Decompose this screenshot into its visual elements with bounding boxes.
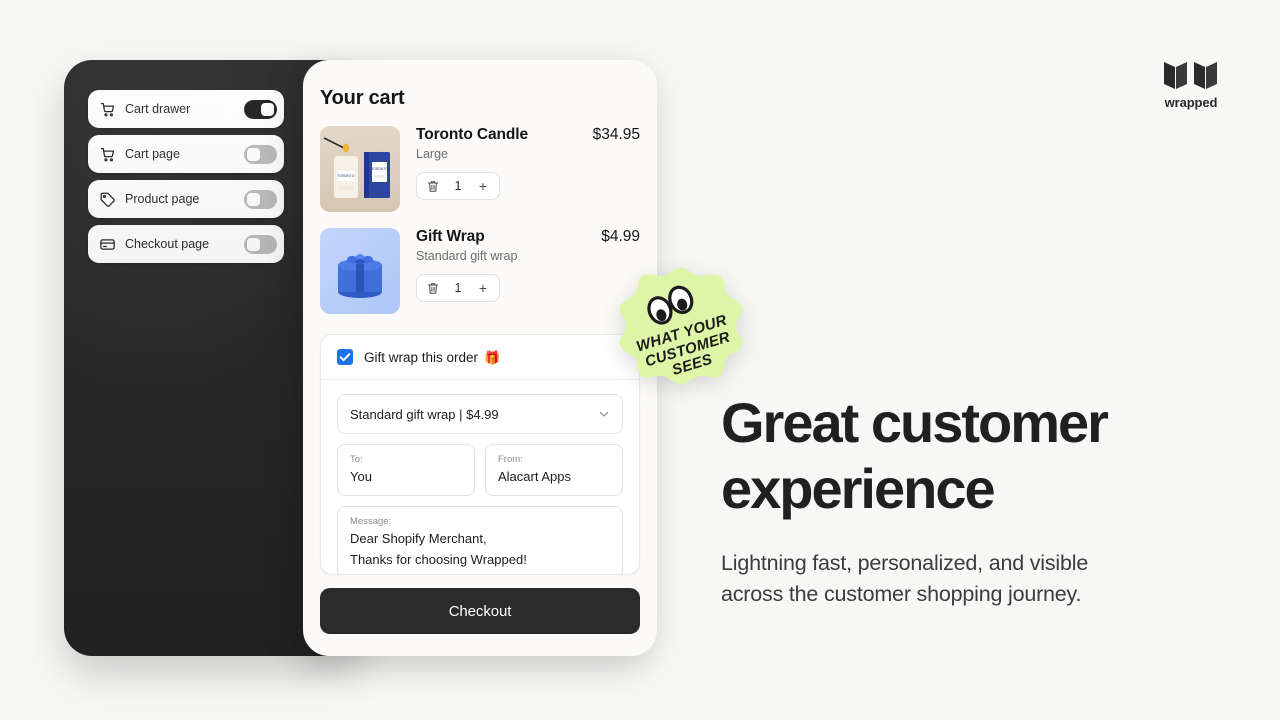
surface-row-product-page[interactable]: Product page (88, 180, 284, 218)
brand-logo: wrapped (1155, 60, 1227, 110)
hero-heading: Great customer experience (721, 390, 1221, 522)
checkout-area: Checkout (303, 575, 657, 656)
hero-heading-line-2: experience (721, 457, 996, 521)
quantity-stepper[interactable]: 1 + (416, 274, 500, 302)
cart-item-variant: Standard gift wrap (416, 249, 518, 263)
surface-label-product-page: Product page (125, 192, 200, 206)
cart-title: Your cart (320, 87, 405, 109)
cart-item-variant: Large (416, 147, 448, 161)
gift-wrap-message-line-1: Dear Shopify Merchant, (350, 531, 487, 547)
gift-wrap-to-label: To: (350, 454, 363, 465)
wrapped-ribbon-w-logo (1164, 62, 1217, 89)
gift-wrap-to-value: You (350, 469, 372, 485)
surface-toggle-product-page[interactable] (244, 189, 277, 209)
gift-wrap-form: Standard gift wrap | $4.99 To: You From:… (321, 380, 639, 574)
candle-product-image: TORONTO TORONTO (320, 126, 400, 212)
surface-label-cart-page: Cart page (125, 147, 180, 161)
gift-wrap-from-field[interactable]: From: Alacart Apps (485, 444, 623, 496)
toggle-knob (247, 147, 260, 161)
gift-wrap-from-label: From: (498, 454, 523, 465)
trash-icon[interactable] (421, 282, 445, 295)
gift-wrap-message-field[interactable]: Message: Dear Shopify Merchant, Thanks f… (337, 505, 623, 574)
cart-item-price: $4.99 (601, 228, 640, 245)
hero-heading-line-1: Great customer (721, 391, 1109, 454)
gift-wrap-card: Gift wrap this order 🎁 Standard gift wra… (320, 334, 640, 575)
cart-item-name: Toronto Candle (416, 126, 528, 143)
chevron-down-icon (599, 411, 609, 417)
surface-row-cart-drawer[interactable]: Cart drawer (88, 90, 284, 128)
toggle-knob (247, 192, 260, 206)
cart-drawer-sheet: Your cart TORONTO TORONTO Toronto Candle… (303, 60, 657, 656)
gift-wrap-to-field[interactable]: To: You (337, 444, 475, 496)
gift-wrap-checkbox[interactable] (337, 349, 353, 365)
quantity-value: 1 (454, 179, 462, 193)
gift-wrap-recipient-row: To: You From: Alacart Apps (337, 444, 623, 496)
hero-subtext-line-1: Lightning fast, personalized, and visibl… (721, 551, 1089, 576)
what-your-customer-sees-sticker: WHAT YOUR CUSTOMER SEES (617, 264, 745, 392)
hero-subtext-line-2: across the customer shopping journey. (721, 582, 1082, 607)
quantity-value: 1 (454, 281, 462, 295)
svg-text:TORONTO: TORONTO (338, 174, 355, 178)
surface-toggle-cart-page[interactable] (244, 144, 277, 164)
quantity-stepper[interactable]: 1 + (416, 172, 500, 200)
surface-toggle-cart-drawer[interactable] (244, 99, 277, 119)
gift-wrap-message-line-2: Thanks for choosing Wrapped! (350, 551, 527, 567)
cart-line-item: Gift Wrap $4.99 Standard gift wrap 1 + (320, 222, 640, 324)
toggle-knob (261, 102, 274, 116)
surface-row-cart-page[interactable]: Cart page (88, 135, 284, 173)
price-tag-icon (100, 192, 115, 207)
gift-wrap-checkbox-label: Gift wrap this order (364, 349, 479, 365)
gift-wrap-message-label: Message: (350, 515, 392, 527)
cart-line-item-details: Gift Wrap $4.99 Standard gift wrap 1 + (400, 228, 640, 314)
toggle-knob (247, 237, 260, 251)
gift-emoji-icon: 🎁 (484, 349, 501, 365)
checkmark-icon (339, 353, 351, 362)
cart-item-name: Gift Wrap (416, 228, 485, 245)
gift-wrap-from-value: Alacart Apps (498, 469, 571, 485)
gift-box-product-image (320, 228, 400, 314)
surface-toggle-list: Cart drawer Cart page Product page Check… (88, 90, 284, 270)
surface-label-cart-drawer: Cart drawer (125, 102, 191, 116)
cart-line-item-details: Toronto Candle $34.95 Large 1 + (400, 126, 640, 212)
surface-label-checkout-page: Checkout page (125, 237, 210, 251)
cart-line-item: TORONTO TORONTO Toronto Candle $34.95 La… (320, 120, 640, 222)
surface-row-checkout-page[interactable]: Checkout page (88, 225, 284, 263)
shopping-cart-icon (100, 102, 115, 116)
quantity-increase-button[interactable]: + (471, 281, 495, 295)
shopping-cart-icon (100, 147, 115, 161)
trash-icon[interactable] (421, 180, 445, 193)
checkout-button[interactable]: Checkout (320, 588, 640, 634)
cart-item-price: $34.95 (592, 126, 640, 143)
gift-wrap-option-value: Standard gift wrap | $4.99 (350, 406, 499, 422)
gift-wrap-option-select[interactable]: Standard gift wrap | $4.99 (337, 394, 623, 434)
hero-copy: Great customer experience Lightning fast… (721, 390, 1221, 611)
gift-wrap-toggle-row[interactable]: Gift wrap this order 🎁 (321, 335, 639, 380)
surface-toggle-checkout-page[interactable] (244, 234, 277, 254)
credit-card-icon (100, 238, 115, 250)
quantity-increase-button[interactable]: + (471, 179, 495, 193)
brand-wordmark: wrapped (1164, 95, 1218, 110)
hero-subtext: Lightning fast, personalized, and visibl… (721, 548, 1221, 610)
svg-text:TORONTO: TORONTO (371, 167, 388, 171)
cart-item-list: TORONTO TORONTO Toronto Candle $34.95 La… (303, 120, 657, 324)
